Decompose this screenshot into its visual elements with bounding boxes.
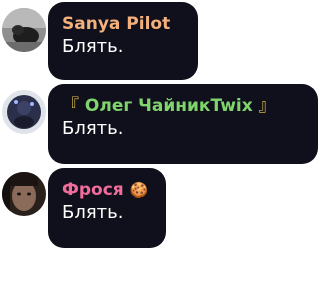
cookie-emoji-icon: 🍪	[129, 181, 149, 199]
author-name[interactable]: Фрося 🍪	[62, 179, 154, 201]
author-name[interactable]: Sanya Pilot	[62, 13, 186, 35]
author-suffix: 』	[258, 96, 276, 116]
author-name[interactable]: 『 Олег ЧайникTwix 』	[62, 95, 306, 117]
author-prefix: 『	[62, 96, 79, 116]
message-text: Блять.	[62, 202, 124, 223]
message-text: Блять.	[62, 118, 124, 139]
author-name-text: Фрося	[62, 180, 124, 200]
author-name-text: Олег ЧайникTwix	[84, 96, 253, 116]
message-bubble: 『 Олег ЧайникTwix 』 Блять.	[48, 84, 318, 164]
avatar-oleg[interactable]	[2, 90, 46, 134]
message-bubble: Фрося 🍪 Блять.	[48, 168, 166, 248]
avatar-frosya[interactable]	[2, 172, 46, 216]
avatar-sanya-pilot[interactable]	[2, 8, 46, 52]
message-text: Блять.	[62, 36, 124, 57]
message-bubble: Sanya Pilot Блять.	[48, 2, 198, 80]
